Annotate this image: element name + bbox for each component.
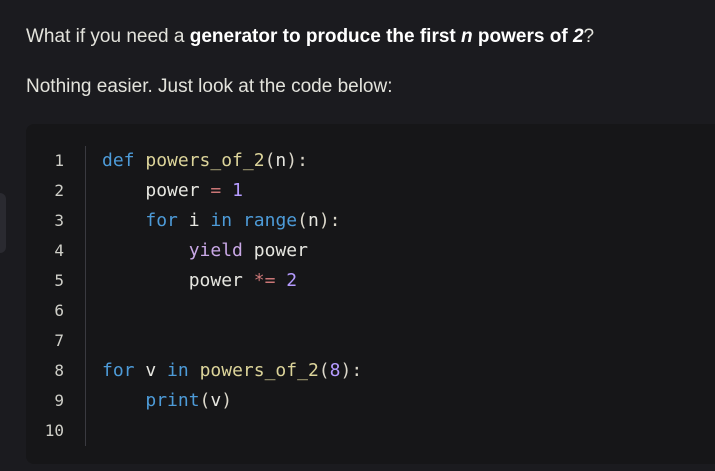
code-block[interactable]: 1 2 3 4 5 6 7 8 9 10 def powers_of_2(n):… <box>26 124 715 464</box>
intro-paragraph: What if you need a generator to produce … <box>26 25 594 49</box>
line-number: 1 <box>54 151 64 170</box>
line-number: 4 <box>54 241 64 260</box>
line-number: 8 <box>54 361 64 380</box>
intro-two-number: 2 <box>572 26 584 47</box>
code-line: yield power <box>188 240 308 261</box>
line-number-gutter: 1 2 3 4 5 6 7 8 9 10 <box>26 146 86 446</box>
intro-bold-part: powers of <box>472 26 573 47</box>
intro-bold-text: generator to produce the first n powers … <box>190 26 584 47</box>
line-number: 7 <box>54 331 64 350</box>
side-panel-tab[interactable] <box>0 193 6 253</box>
intro-n-variable: n <box>461 26 473 47</box>
code-line: power = 1 <box>145 180 243 201</box>
intro-question-mark: ? <box>583 26 595 47</box>
line-number: 9 <box>54 391 64 410</box>
code-line: for i in range(n): <box>145 210 341 231</box>
line-number: 2 <box>54 181 64 200</box>
line-number: 6 <box>54 301 64 320</box>
code-line: for v in powers_of_2(8): <box>102 360 363 381</box>
intro-text: What if you need a <box>26 26 190 47</box>
code-line: print(v) <box>145 390 233 411</box>
line-number: 5 <box>54 271 64 290</box>
intro-followup: Nothing easier. Just look at the code be… <box>26 76 393 97</box>
intro-bold-part: generator to produce the first <box>189 26 462 47</box>
code-line: def powers_of_2(n): <box>102 150 308 171</box>
line-number: 10 <box>44 421 64 440</box>
line-number: 3 <box>54 211 64 230</box>
code-line: power *= 2 <box>188 270 298 291</box>
